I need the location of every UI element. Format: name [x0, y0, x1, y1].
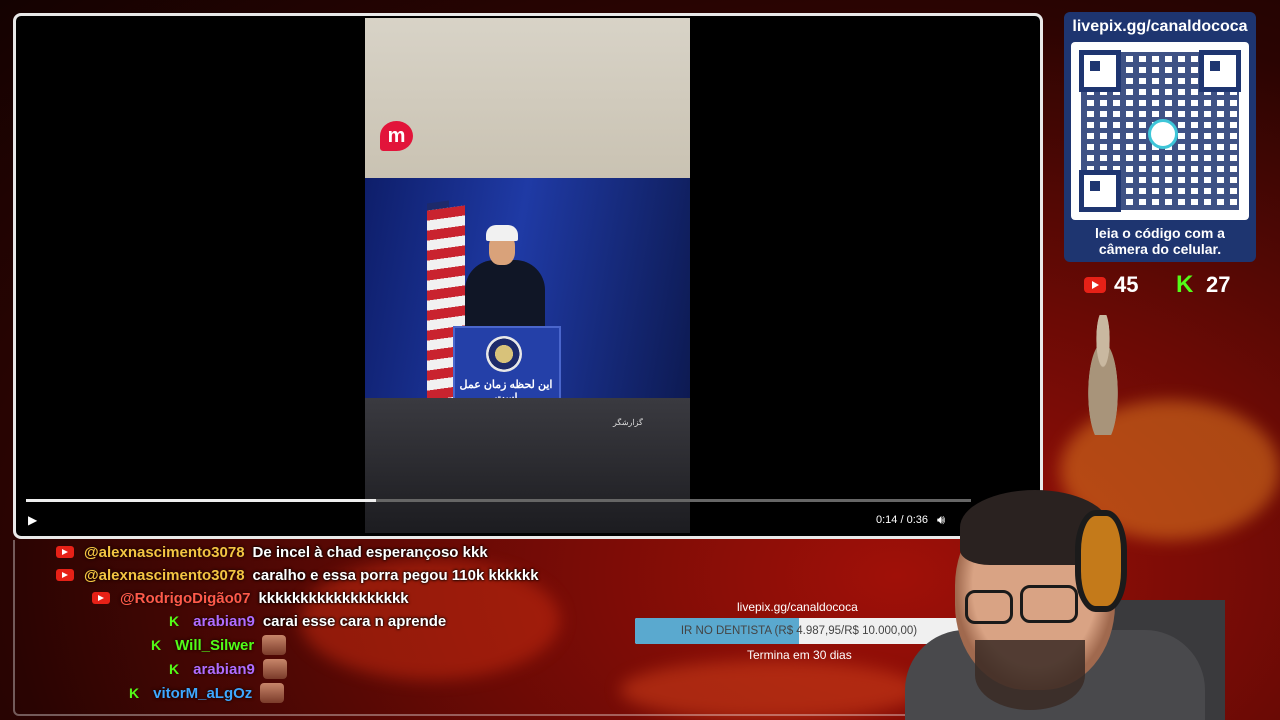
kick-icon: K — [169, 661, 180, 677]
chat-emote — [260, 683, 285, 703]
video-frame-content: m این لحظه زمان عمل است گزارشگر — [365, 18, 690, 533]
chat-message: K arabian9 carai esse cara n aprende — [169, 610, 446, 632]
chat-username: @RodrigoDigão07 — [120, 589, 251, 607]
webcam-beard — [975, 640, 1085, 710]
qr-caption-line1: leia o código com a — [1095, 225, 1225, 241]
youtube-icon — [56, 569, 74, 581]
chat-emote — [262, 635, 287, 655]
video-watermark: گزارشگر — [613, 418, 643, 427]
kick-icon: K — [129, 685, 140, 701]
chat-text: carai esse cara n aprende — [262, 612, 447, 630]
youtube-viewer-count: 45 — [1084, 272, 1138, 298]
chat-message: K vitorM_aLgOz — [129, 682, 285, 704]
chat-username: vitorM_aLgOz — [153, 684, 253, 702]
qr-finder — [1079, 170, 1121, 212]
chat-message: @alexnascimento3078 caralho e essa porra… — [56, 564, 539, 586]
kick-viewer-count: K 27 — [1176, 272, 1230, 298]
chat-message: K arabian9 — [169, 658, 287, 680]
kick-icon: K — [169, 613, 180, 629]
play-icon[interactable]: ▶ — [28, 513, 44, 529]
goal-url: livepix.gg/canaldococa — [737, 600, 858, 614]
speaker-cap — [486, 225, 518, 241]
qr-url: livepix.gg/canaldococa — [1072, 18, 1248, 35]
webcam-feed — [905, 480, 1225, 720]
video-player[interactable]: m این لحظه زمان عمل است گزارشگر ▶ 0:14 /… — [13, 13, 1043, 539]
qr-caption-line2: câmera do celular. — [1098, 241, 1222, 257]
qr-caption: leia o código com a câmera do celular. — [1064, 225, 1256, 257]
chat-username: Will_Silwer — [175, 636, 255, 654]
youtube-icon — [56, 546, 74, 558]
chat-emote — [262, 659, 287, 679]
chat-text: De incel à chad esperançoso kkk — [252, 543, 488, 561]
background-glow — [620, 660, 920, 720]
video-wall — [365, 18, 690, 181]
youtube-count: 45 — [1114, 272, 1139, 297]
kick-icon: K — [1176, 271, 1194, 298]
youtube-icon — [1084, 277, 1106, 293]
youtube-icon — [92, 592, 110, 604]
chat-username: arabian9 — [193, 660, 255, 678]
kick-count: 27 — [1206, 272, 1231, 297]
channel-logo: m — [380, 121, 413, 151]
chat-text: caralho e essa porra pegou 110k kkkkkk — [252, 566, 539, 584]
chat-message: @RodrigoDigão07 kkkkkkkkkkkkkkkkkk — [92, 587, 409, 609]
qr-code — [1071, 42, 1249, 220]
glasses — [1020, 585, 1078, 623]
chat-username: @alexnascimento3078 — [84, 566, 245, 584]
chat-message: @alexnascimento3078 De incel à chad espe… — [56, 541, 488, 563]
chat-message: K Will_Silwer — [151, 634, 287, 656]
chat-username: @alexnascimento3078 — [84, 543, 245, 561]
chat-username: arabian9 — [193, 612, 255, 630]
livepix-logo-icon — [1148, 119, 1178, 149]
headphones-icon — [1075, 510, 1127, 612]
donation-qr-panel: livepix.gg/canaldococa leia o código com… — [1064, 12, 1256, 262]
qr-finder — [1079, 50, 1121, 92]
presidential-seal — [486, 336, 522, 372]
goal-deadline: Termina em 30 dias — [747, 648, 852, 662]
chat-overlay: @alexnascimento3078 De incel à chad espe… — [14, 538, 634, 708]
progress-bar[interactable] — [26, 499, 971, 502]
progress-fill — [26, 499, 376, 502]
dancing-cat-decoration — [1080, 315, 1126, 435]
kick-icon: K — [151, 637, 162, 653]
qr-finder — [1199, 50, 1241, 92]
chat-text: kkkkkkkkkkkkkkkkkk — [258, 589, 409, 607]
glasses — [965, 590, 1013, 624]
